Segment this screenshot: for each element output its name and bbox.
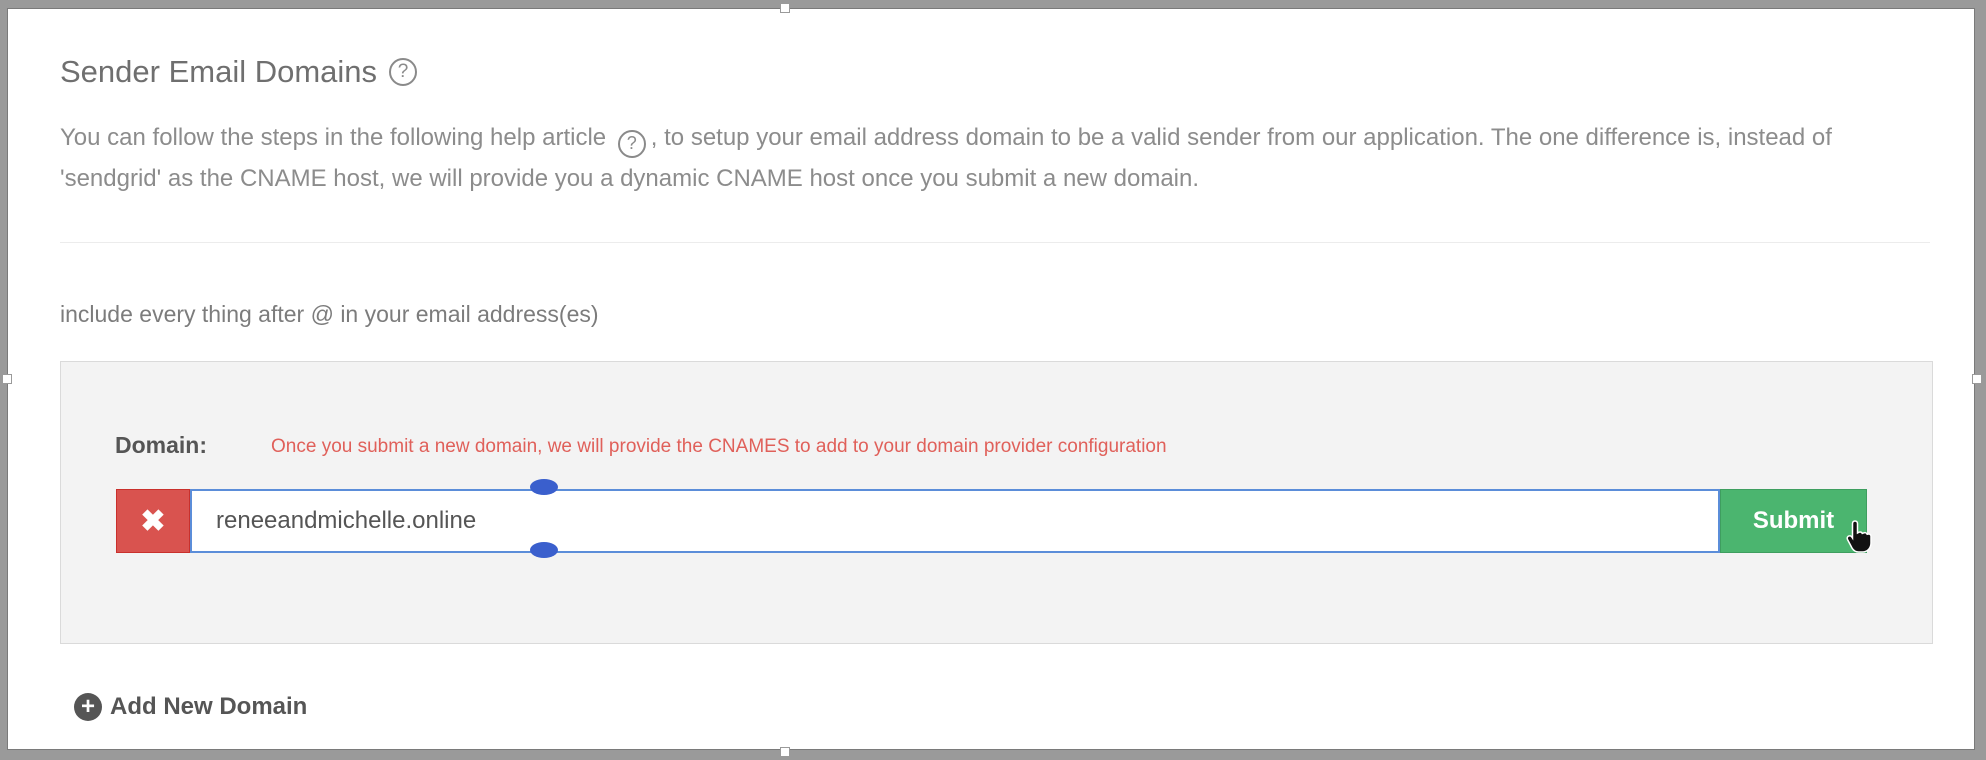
resize-handle-left[interactable] <box>2 374 12 384</box>
selection-handle-bottom[interactable] <box>530 542 558 558</box>
section-description: You can follow the steps in the followin… <box>60 117 1930 199</box>
help-article-icon[interactable]: ? <box>617 129 646 158</box>
domain-hint: include every thing after @ in your emai… <box>60 301 599 327</box>
domain-input[interactable] <box>190 489 1720 553</box>
resize-handle-top[interactable] <box>780 3 790 13</box>
domain-label: Domain: <box>115 432 207 458</box>
close-icon: ✖ <box>140 504 166 538</box>
help-icon[interactable]: ? <box>389 58 418 86</box>
remove-domain-button[interactable]: ✖ <box>116 489 190 553</box>
add-new-domain-label: Add New Domain <box>110 693 308 720</box>
domain-panel: Domain: Once you submit a new domain, we… <box>60 361 1933 644</box>
domain-note: Once you submit a new domain, we will pr… <box>271 436 1167 457</box>
section-header: Sender Email Domains ? <box>60 54 418 90</box>
description-text-start: You can follow the steps in the followin… <box>60 124 607 151</box>
plus-circle-icon: + <box>74 693 102 721</box>
hand-cursor-icon <box>1846 520 1872 553</box>
add-new-domain-link[interactable]: + Add New Domain <box>74 693 307 721</box>
resize-handle-bottom[interactable] <box>780 747 790 757</box>
resize-handle-right[interactable] <box>1972 374 1982 384</box>
window-frame: Sender Email Domains ? You can follow th… <box>7 8 1975 750</box>
selection-handle-top[interactable] <box>530 479 558 495</box>
section-title: Sender Email Domains <box>60 54 378 89</box>
submit-button[interactable]: Submit <box>1720 489 1867 553</box>
divider <box>60 242 1930 243</box>
